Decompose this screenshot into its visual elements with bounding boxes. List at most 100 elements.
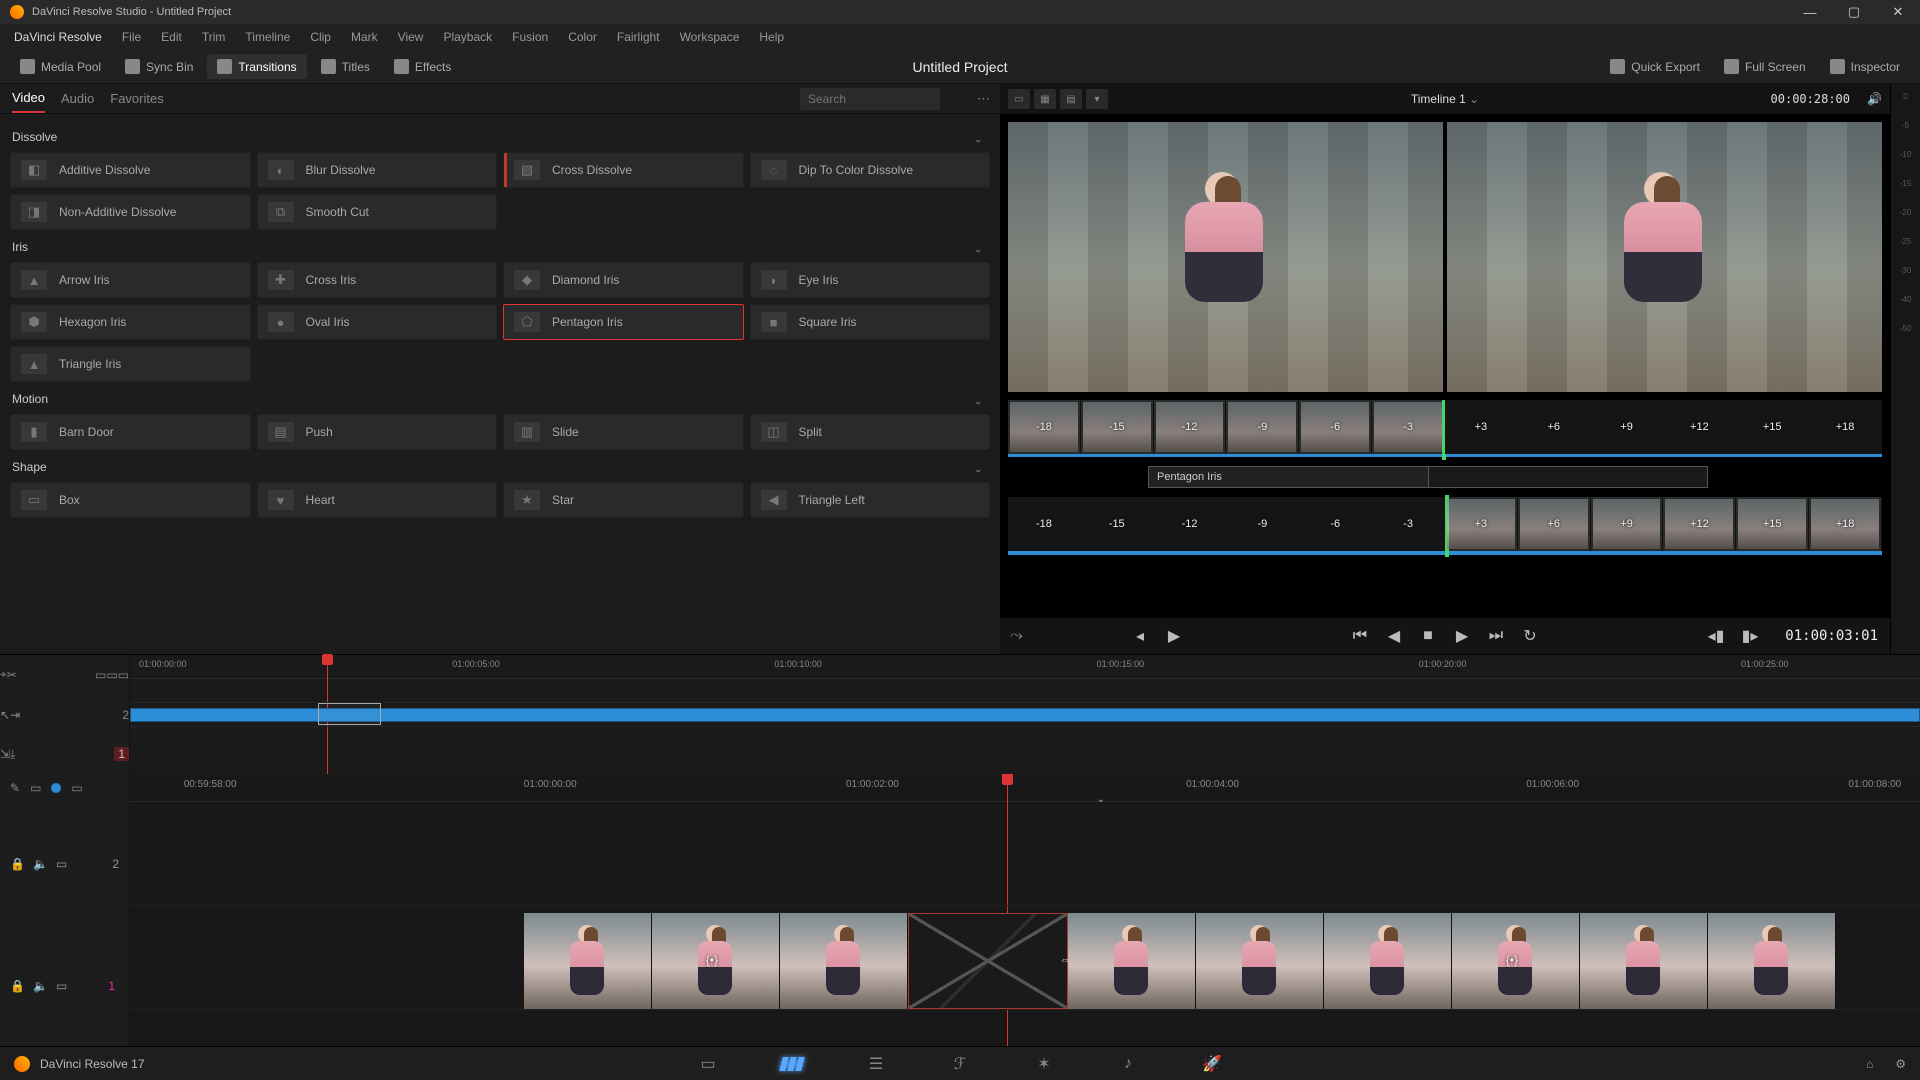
window-close-button[interactable]: ✕ — [1876, 0, 1920, 24]
menu-timeline[interactable]: Timeline — [235, 26, 300, 48]
mute-icon[interactable]: 🔈 — [33, 857, 48, 871]
lock-icon[interactable]: 🔒 — [10, 979, 25, 993]
step-back-icon[interactable]: ◀ — [1383, 626, 1405, 646]
tl-opt-icon[interactable]: ▭ — [30, 781, 41, 795]
media-pool-button[interactable]: Media Pool — [10, 54, 111, 79]
timeline-ruler[interactable]: 00:59:58:00 01:00:00:00 01:00:02:00 01:0… — [130, 774, 1920, 802]
transition-item[interactable]: ⧉Smooth Cut — [257, 194, 498, 230]
page-fairlight[interactable]: ♪ — [1114, 1053, 1142, 1075]
menu-edit[interactable]: Edit — [151, 26, 192, 48]
viewer-layout-icon[interactable]: ▤ — [1060, 89, 1082, 109]
gear-icon[interactable]: ⚙ — [1895, 1057, 1906, 1071]
transition-item[interactable]: ◫Split — [750, 414, 991, 450]
menu-playback[interactable]: Playback — [433, 26, 502, 48]
menu-mark[interactable]: Mark — [341, 26, 388, 48]
transition-item[interactable]: ⬢Hexagon Iris — [10, 304, 251, 340]
page-deliver[interactable]: 🚀 — [1198, 1053, 1226, 1075]
menu-color[interactable]: Color — [558, 26, 607, 48]
clip-thumbnail[interactable] — [1068, 913, 1196, 1009]
jog-left-icon[interactable]: ◂ — [1129, 626, 1151, 646]
clip-thumbnail[interactable] — [780, 913, 908, 1009]
clip-thumbnail[interactable] — [1196, 913, 1324, 1009]
tab-audio[interactable]: Audio — [61, 85, 94, 112]
tab-favorites[interactable]: Favorites — [110, 85, 163, 112]
snap-icon[interactable]: ▭ — [95, 668, 106, 682]
search-input[interactable] — [800, 88, 940, 110]
transition-item[interactable]: ▲Arrow Iris — [10, 262, 251, 298]
group-iris-header[interactable]: Iris — [10, 230, 990, 262]
home-icon[interactable]: ⌂ — [1866, 1057, 1873, 1071]
transition-item[interactable]: ★Star — [503, 482, 744, 518]
transitions-list[interactable]: Dissolve ◧Additive Dissolve ◐Blur Dissol… — [0, 114, 1000, 654]
transition-item[interactable]: ▲Triangle Iris — [10, 346, 251, 382]
transition-item[interactable]: ◧Additive Dissolve — [10, 152, 251, 188]
menu-fusion[interactable]: Fusion — [502, 26, 558, 48]
page-edit[interactable]: ☰ — [862, 1053, 890, 1075]
clip-thumbnail[interactable] — [1580, 913, 1708, 1009]
timeline-canvas[interactable]: 00:59:58:00 01:00:00:00 01:00:02:00 01:0… — [130, 774, 1920, 1046]
transition-item[interactable]: ■Square Iris — [750, 304, 991, 340]
tool-selection-icon[interactable]: ⌖ — [0, 667, 7, 682]
mini-tl-body[interactable]: 01:00:00:00 01:00:05:00 01:00:10:00 01:0… — [130, 655, 1920, 774]
clip-thumbnail[interactable]: {•} — [1452, 913, 1580, 1009]
quick-export-button[interactable]: Quick Export — [1600, 54, 1710, 79]
transition-item[interactable]: ◀Triangle Left — [750, 482, 991, 518]
effects-button[interactable]: Effects — [384, 54, 461, 79]
viewer-layout-icon[interactable]: ▾ — [1086, 89, 1108, 109]
menu-help[interactable]: Help — [749, 26, 794, 48]
full-screen-button[interactable]: Full Screen — [1714, 54, 1816, 79]
boring-detector-icon[interactable]: ⤳ — [1010, 627, 1023, 645]
menu-file[interactable]: File — [112, 26, 151, 48]
speaker-icon[interactable]: 🔊 — [1867, 92, 1882, 106]
menu-davinci[interactable]: DaVinci Resolve — [4, 26, 112, 48]
group-motion-header[interactable]: Motion — [10, 382, 990, 414]
loop-icon[interactable]: ↻ — [1519, 626, 1541, 646]
transitions-button[interactable]: Transitions — [207, 54, 306, 79]
timeline-name-dropdown[interactable]: Timeline 1 — [1411, 92, 1479, 106]
clip-thumbnail[interactable] — [1324, 913, 1452, 1009]
transition-item[interactable]: ▮Barn Door — [10, 414, 251, 450]
play-icon[interactable]: ▶ — [1451, 626, 1473, 646]
menu-workspace[interactable]: Workspace — [670, 26, 750, 48]
page-fusion[interactable]: ℱ — [946, 1053, 974, 1075]
transition-item[interactable]: ▭Box — [10, 482, 251, 518]
transition-item[interactable]: ♥Heart — [257, 482, 498, 518]
window-minimize-button[interactable]: — — [1788, 0, 1832, 24]
track-header-v2[interactable]: 🔒🔈▭2 — [0, 802, 129, 924]
window-maximize-button[interactable]: ▢ — [1832, 0, 1876, 24]
video-track-2[interactable] — [130, 802, 1920, 906]
titles-button[interactable]: Titles — [311, 54, 380, 79]
group-dissolve-header[interactable]: Dissolve — [10, 120, 990, 152]
sync-bin-button[interactable]: Sync Bin — [115, 54, 203, 79]
transition-item[interactable]: ✚Cross Iris — [257, 262, 498, 298]
track-header-v1[interactable]: 🔒🔈▭1 — [0, 924, 129, 1046]
transition-item[interactable]: ◌Dip To Color Dissolve — [750, 152, 991, 188]
menu-trim[interactable]: Trim — [192, 26, 236, 48]
transition-item[interactable]: ◗Eye Iris — [750, 262, 991, 298]
clip-thumbnail[interactable] — [1708, 913, 1836, 1009]
transition-item[interactable]: ▧Cross Dissolve — [503, 152, 744, 188]
toggle-icon[interactable]: ▭ — [56, 857, 67, 871]
transition-item[interactable]: ◆Diamond Iris — [503, 262, 744, 298]
clip-thumbnail[interactable]: {•} — [652, 913, 780, 1009]
menu-clip[interactable]: Clip — [300, 26, 341, 48]
edit-index[interactable]: ✎ — [10, 781, 20, 795]
marker-icon[interactable]: ▭ — [106, 668, 117, 682]
append-icon[interactable]: ⤓ — [10, 747, 15, 762]
toggle-icon[interactable]: ▭ — [56, 979, 67, 993]
playhead-timecode[interactable]: 01:00:03:01 — [1785, 628, 1878, 644]
stop-icon[interactable]: ■ — [1417, 627, 1439, 645]
viewer-layout-icon[interactable]: ▭ — [1008, 89, 1030, 109]
transition-item[interactable]: ●Oval Iris — [257, 304, 498, 340]
flag-icon[interactable]: ▭ — [118, 668, 129, 682]
go-first-icon[interactable]: ⏮ — [1349, 627, 1371, 645]
group-shape-header[interactable]: Shape — [10, 450, 990, 482]
lock-icon[interactable]: 🔒 — [10, 857, 25, 871]
page-media[interactable]: ▭ — [694, 1053, 722, 1075]
play-reverse-icon[interactable]: ▶ — [1163, 626, 1185, 646]
go-last-icon[interactable]: ⏭ — [1485, 627, 1507, 645]
menu-fairlight[interactable]: Fairlight — [607, 26, 670, 48]
clip-color-dot[interactable] — [51, 783, 61, 793]
mini-ruler[interactable]: 01:00:00:00 01:00:05:00 01:00:10:00 01:0… — [130, 655, 1920, 679]
tab-video[interactable]: Video — [12, 84, 45, 113]
